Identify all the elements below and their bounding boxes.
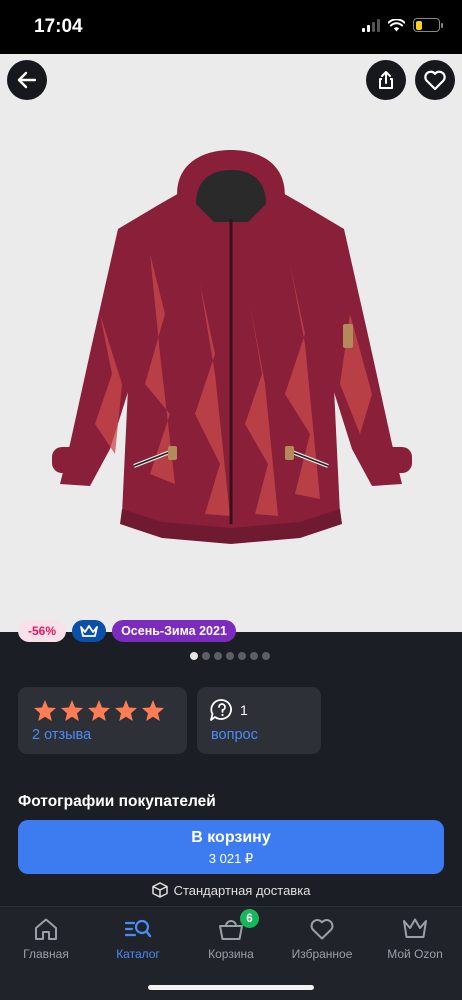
box-icon bbox=[151, 882, 168, 898]
gallery-dot[interactable] bbox=[262, 652, 270, 660]
crown-icon bbox=[80, 624, 98, 637]
gallery-pagination bbox=[190, 652, 270, 660]
gallery-dot[interactable] bbox=[190, 652, 198, 660]
tab-my-ozon-label: Мой Ozon bbox=[387, 947, 443, 961]
tab-catalog[interactable]: Каталог bbox=[93, 915, 183, 961]
tab-favorites[interactable]: Избранное bbox=[277, 915, 367, 961]
delivery-info: Стандартная доставка bbox=[0, 882, 462, 898]
jacket-image bbox=[52, 150, 412, 544]
cart-count-badge: 6 bbox=[240, 909, 259, 928]
delivery-text: Стандартная доставка bbox=[173, 882, 311, 898]
star-icon bbox=[34, 700, 56, 721]
rating-stars bbox=[33, 699, 165, 722]
arrow-left-icon bbox=[17, 71, 37, 89]
star-icon bbox=[142, 700, 164, 721]
gallery-dot[interactable] bbox=[202, 652, 210, 660]
catalog-search-icon bbox=[124, 919, 152, 938]
share-button[interactable] bbox=[366, 60, 406, 100]
share-icon bbox=[379, 71, 393, 89]
star-icon bbox=[115, 700, 137, 721]
questions-count-row: 1 bbox=[209, 698, 248, 722]
reviews-link[interactable]: 2 отзыва bbox=[32, 727, 91, 743]
questions-count: 1 bbox=[240, 702, 248, 718]
customer-photos-title: Фотографии покупателей bbox=[18, 793, 216, 810]
crown-icon bbox=[403, 918, 427, 938]
tab-cart-label: Корзина bbox=[208, 947, 254, 961]
product-photo[interactable] bbox=[0, 54, 462, 632]
back-button[interactable] bbox=[7, 60, 47, 100]
star-icon bbox=[61, 700, 83, 721]
product-tags: -56% Осень-Зима 2021 bbox=[18, 620, 236, 642]
heart-icon bbox=[310, 919, 334, 940]
tab-home-label: Главная bbox=[23, 947, 69, 961]
tab-catalog-label: Каталог bbox=[116, 947, 160, 961]
gallery-dot[interactable] bbox=[214, 652, 222, 660]
battery-icon bbox=[413, 18, 443, 32]
gallery-dot[interactable] bbox=[238, 652, 246, 660]
premium-badge bbox=[72, 620, 106, 642]
question-bubble-icon bbox=[210, 699, 232, 721]
tab-my-ozon[interactable]: Мой Ozon bbox=[370, 915, 460, 961]
add-to-cart-label: В корзину bbox=[191, 829, 271, 846]
season-badge[interactable]: Осень-Зима 2021 bbox=[112, 620, 236, 642]
gallery-dot[interactable] bbox=[226, 652, 234, 660]
questions-card[interactable]: 1 вопрос bbox=[197, 687, 321, 754]
status-time: 17:04 bbox=[34, 16, 83, 37]
home-icon bbox=[35, 918, 57, 940]
price: 3 021 ₽ bbox=[208, 851, 254, 866]
gallery-dot[interactable] bbox=[250, 652, 258, 660]
heart-icon bbox=[424, 70, 446, 91]
discount-badge: -56% bbox=[18, 620, 66, 642]
questions-link[interactable]: вопрос bbox=[211, 727, 258, 743]
add-to-cart-button[interactable]: В корзину 3 021 ₽ bbox=[18, 820, 444, 874]
cellular-signal-icon bbox=[362, 18, 380, 32]
status-icons bbox=[362, 18, 443, 32]
tab-home[interactable]: Главная bbox=[1, 915, 91, 961]
tab-favorites-label: Избранное bbox=[291, 947, 353, 961]
rating-card[interactable]: 2 отзыва bbox=[18, 687, 187, 754]
status-bar: 17:04 bbox=[0, 0, 462, 54]
home-indicator bbox=[148, 985, 314, 990]
wifi-icon bbox=[388, 18, 405, 31]
tab-cart[interactable]: 6 Корзина bbox=[186, 909, 276, 961]
favorite-button[interactable] bbox=[415, 60, 455, 100]
battery-fill bbox=[415, 20, 423, 30]
star-icon bbox=[88, 700, 110, 721]
